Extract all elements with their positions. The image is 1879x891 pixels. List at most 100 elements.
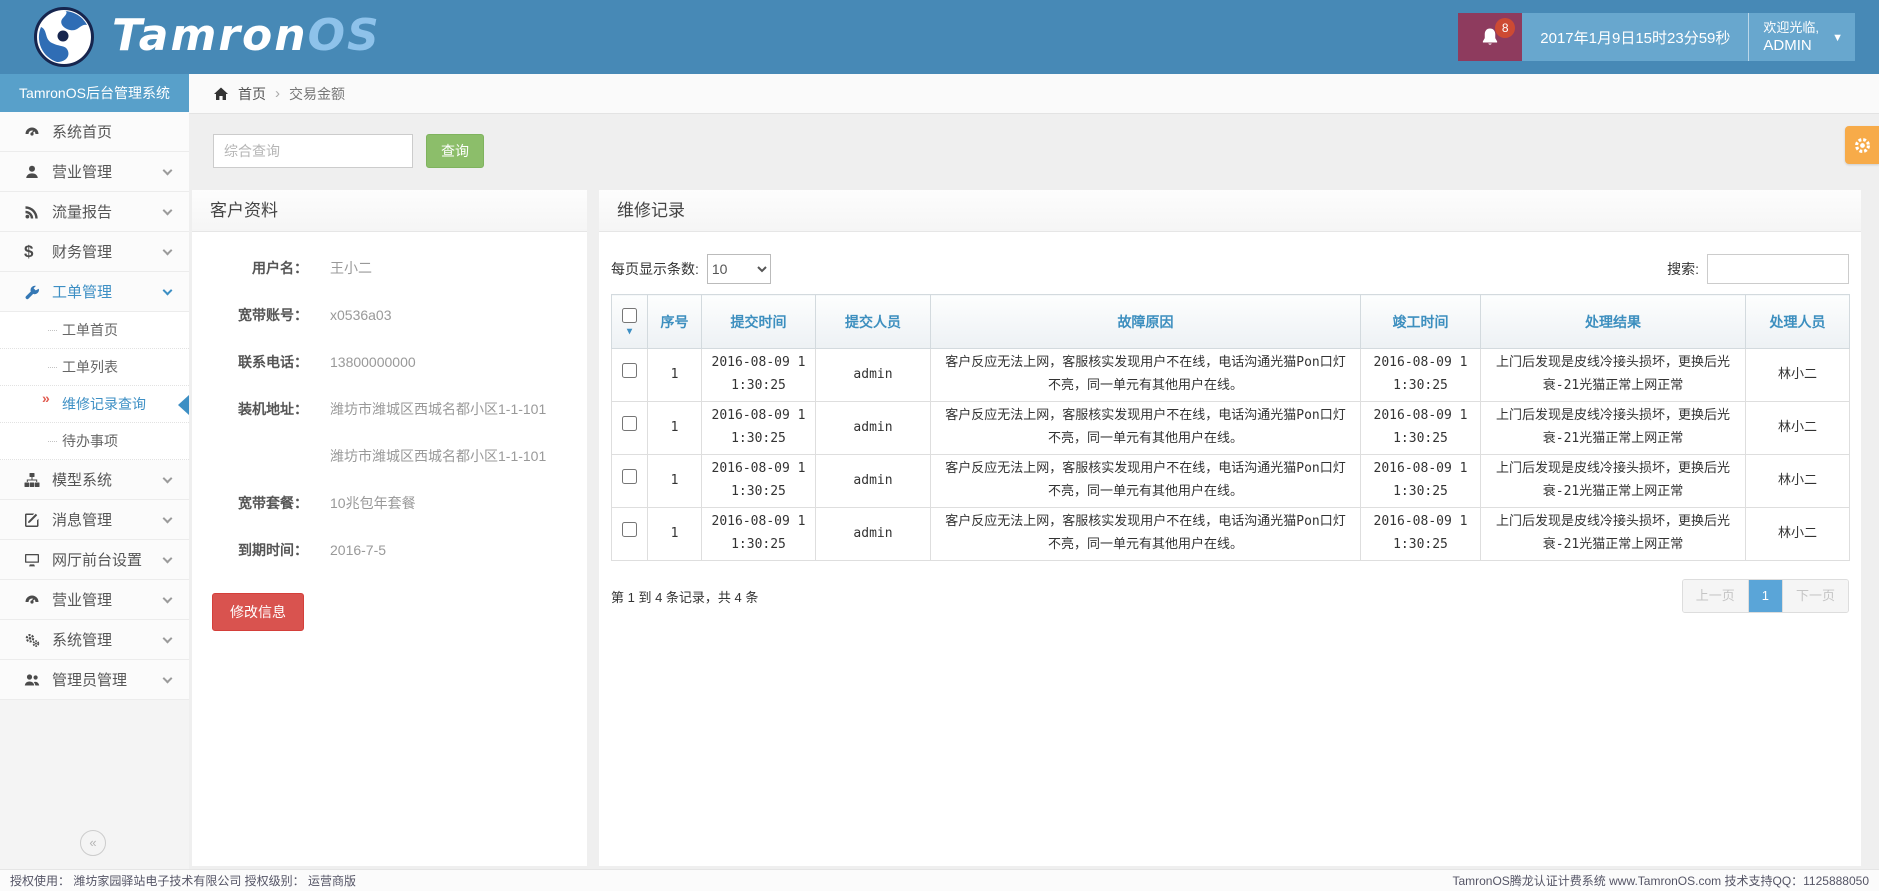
sidebar-item-portal-settings[interactable]: 网厅前台设置	[0, 540, 189, 580]
repair-records-table: ▾ 序号 提交时间 提交人员 故障原因 竣工时间 处理结果 处理人员 1 201…	[611, 294, 1850, 561]
field-contact-phone: 联系电话： 13800000000	[212, 352, 575, 372]
sidebar-item-system-mgmt[interactable]: 系统管理	[0, 620, 189, 660]
sidebar-item-admin-mgmt[interactable]: 管理员管理	[0, 660, 189, 700]
customer-panel-title: 客户资料	[192, 190, 587, 232]
col-submit-time: 提交时间	[702, 295, 816, 349]
col-seq: 序号	[648, 295, 702, 349]
sidebar-item-business-mgmt[interactable]: 营业管理	[0, 152, 189, 192]
col-result: 处理结果	[1481, 295, 1746, 349]
chevron-down-icon[interactable]: ▾	[612, 328, 647, 336]
field-broadband-account: 宽带账号： x0536a03	[212, 305, 575, 325]
table-header-row: ▾ 序号 提交时间 提交人员 故障原因 竣工时间 处理结果 处理人员	[612, 295, 1850, 349]
field-install-address: 装机地址： 潍坊市潍城区西城名都小区1-1-101	[212, 399, 575, 419]
chevron-down-icon	[163, 674, 173, 684]
col-handler: 处理人员	[1746, 295, 1850, 349]
settings-gear-button[interactable]	[1845, 126, 1879, 164]
row-checkbox[interactable]	[622, 469, 637, 484]
sidebar-item-workorder-mgmt[interactable]: 工单管理	[0, 272, 189, 312]
row-checkbox[interactable]	[622, 416, 637, 431]
table-row: 1 2016-08-09 11:30:25 admin 客户反应无法上网，客服核…	[612, 455, 1850, 508]
field-expire-date: 到期时间： 2016-7-5	[212, 540, 575, 560]
tree-dash	[48, 367, 57, 368]
sidebar-item-system-home[interactable]: 系统首页	[0, 112, 189, 152]
chevron-down-icon	[163, 634, 173, 644]
notification-count-badge: 8	[1495, 18, 1515, 38]
edit-info-button[interactable]: 修改信息	[212, 593, 304, 631]
user-icon	[24, 164, 52, 180]
home-icon	[213, 86, 229, 102]
rss-icon	[24, 204, 52, 220]
brand-globe-icon	[32, 5, 96, 69]
active-item-pointer	[178, 395, 189, 415]
select-all-checkbox[interactable]	[622, 308, 637, 323]
welcome-text: 欢迎光临,	[1763, 19, 1819, 36]
field-broadband-plan: 宽带套餐： 10兆包年套餐	[212, 493, 575, 513]
sidebar-item-business-mgmt-2[interactable]: 营业管理	[0, 580, 189, 620]
sidebar-item-finance-mgmt[interactable]: $ 财务管理	[0, 232, 189, 272]
sidebar-subitem-workorder-list[interactable]: 工单列表	[0, 349, 189, 386]
next-page-button[interactable]: 下一页	[1782, 580, 1848, 612]
table-row: 1 2016-08-09 11:30:25 admin 客户反应无法上网，客服核…	[612, 402, 1850, 455]
gauge-icon	[24, 592, 52, 608]
notifications-button[interactable]: 8	[1458, 13, 1522, 61]
sidebar-collapse-button[interactable]: «	[80, 830, 106, 856]
field-username: 用户名： 王小二	[212, 258, 575, 278]
dollar-icon: $	[24, 242, 52, 262]
breadcrumb-separator: ›	[275, 85, 280, 102]
repair-records-panel: 维修记录 每页显示条数: 10 搜索: ▾ 序号 提交时间	[599, 190, 1861, 866]
users-icon	[24, 672, 52, 688]
breadcrumb-home[interactable]: 首页	[238, 84, 266, 104]
page-1-button[interactable]: 1	[1748, 580, 1782, 612]
chevron-down-icon: ▼	[1832, 32, 1843, 44]
col-finish-time: 竣工时间	[1361, 295, 1481, 349]
tree-dash	[48, 330, 57, 331]
breadcrumb: 首页 › 交易金额	[189, 74, 1879, 114]
table-search-input[interactable]	[1707, 254, 1849, 284]
sidebar-subitem-todo[interactable]: 待办事项	[0, 423, 189, 460]
sidebar-item-traffic-report[interactable]: 流量报告	[0, 192, 189, 232]
breadcrumb-current: 交易金额	[289, 84, 345, 104]
chevron-down-icon	[163, 286, 173, 296]
pagesize-label: 每页显示条数:	[611, 259, 699, 279]
chevron-down-icon	[163, 166, 173, 176]
chevron-down-icon	[163, 474, 173, 484]
workorder-submenu: 工单首页 工单列表 » 维修记录查询 待办事项	[0, 312, 189, 460]
sidebar-subitem-repair-record-query[interactable]: » 维修记录查询	[0, 386, 189, 423]
sidebar-item-model-system[interactable]: 模型系统	[0, 460, 189, 500]
footer-support-text: TamronOS腾龙认证计费系统 www.TamronOS.com 技术支持QQ…	[1452, 872, 1869, 889]
customer-info-panel: 客户资料 用户名： 王小二 宽带账号： x0536a03 联系电话： 13800…	[192, 190, 587, 866]
row-checkbox[interactable]	[622, 522, 637, 537]
active-arrow-icon: »	[42, 390, 50, 406]
top-header: TamronOS 8 2017年1月9日15时23分59秒 欢迎光临, ADMI…	[0, 0, 1879, 74]
sitemap-icon	[24, 472, 52, 488]
col-fault-reason: 故障原因	[931, 295, 1361, 349]
pagesize-select[interactable]: 10	[707, 254, 771, 284]
query-button[interactable]: 查询	[426, 134, 484, 168]
global-search-input[interactable]	[213, 134, 413, 168]
row-checkbox[interactable]	[622, 363, 637, 378]
gear-icon	[1853, 136, 1872, 155]
brand-logo: TamronOS	[112, 10, 381, 61]
table-row: 1 2016-08-09 11:30:25 admin 客户反应无法上网，客服核…	[612, 349, 1850, 402]
tree-dash	[48, 441, 57, 442]
datetime-display: 2017年1月9日15时23分59秒	[1522, 13, 1748, 61]
chevron-down-icon	[163, 594, 173, 604]
user-menu[interactable]: 欢迎光临, ADMIN ▼	[1748, 13, 1855, 61]
gauge-icon	[24, 124, 52, 140]
footer-license-text: 授权使用： 潍坊家园驿站电子技术有限公司 授权级别： 运营商版	[10, 872, 356, 889]
pagination: 上一页 1 下一页	[1682, 579, 1849, 613]
records-summary: 第 1 到 4 条记录，共 4 条	[611, 587, 758, 606]
prev-page-button[interactable]: 上一页	[1683, 580, 1748, 612]
edit-icon	[24, 512, 52, 528]
col-submitter: 提交人员	[816, 295, 931, 349]
monitor-icon	[24, 552, 52, 568]
sidebar-title: TamronOS后台管理系统	[0, 74, 189, 112]
wrench-icon	[24, 284, 52, 300]
sidebar-item-message-mgmt[interactable]: 消息管理	[0, 500, 189, 540]
chevron-down-icon	[163, 206, 173, 216]
chevron-down-icon	[163, 246, 173, 256]
field-install-address-line2: 潍坊市潍城区西城名都小区1-1-101	[212, 446, 575, 466]
sidebar-subitem-workorder-home[interactable]: 工单首页	[0, 312, 189, 349]
gears-icon	[24, 632, 52, 648]
sidebar: TamronOS后台管理系统 系统首页 营业管理 流量报告 $ 财务管理 工单管…	[0, 74, 189, 869]
